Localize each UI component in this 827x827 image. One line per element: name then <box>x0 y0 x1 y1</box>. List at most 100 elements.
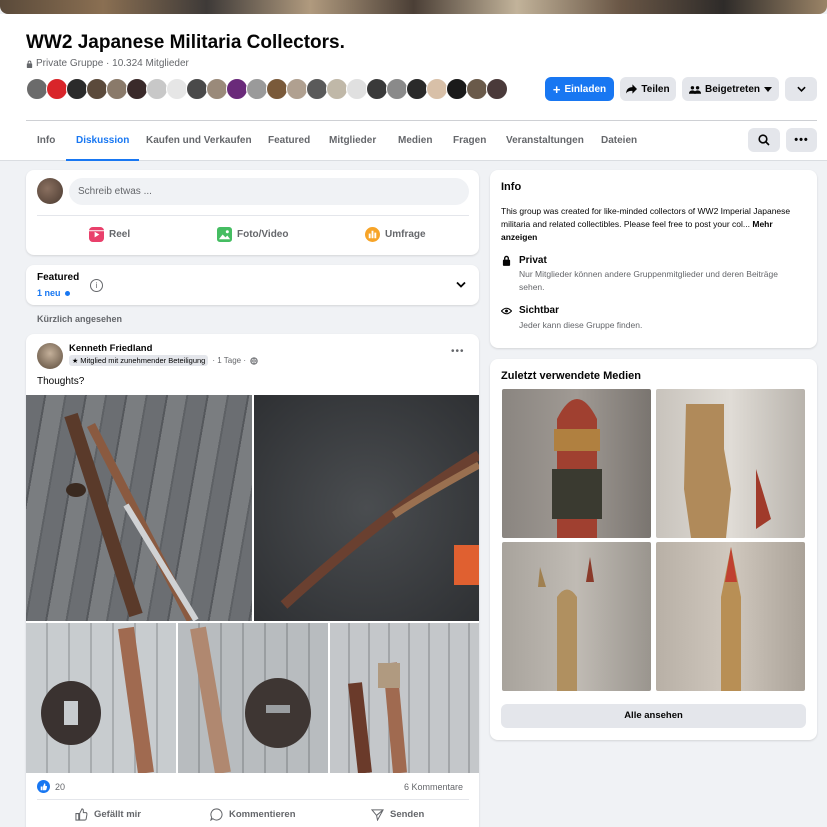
see-all-media-button[interactable]: Alle ansehen <box>501 704 806 728</box>
post-more-icon[interactable]: ••• <box>451 346 465 357</box>
post-photo[interactable] <box>178 623 328 773</box>
avatar[interactable] <box>186 78 208 100</box>
avatar[interactable] <box>266 78 288 100</box>
shell-photo-icon <box>552 399 602 538</box>
comment-button[interactable]: Kommentieren <box>210 808 296 821</box>
more-options-button[interactable] <box>785 77 817 101</box>
avatar[interactable] <box>306 78 328 100</box>
avatar[interactable] <box>106 78 128 100</box>
like-label: Gefällt mir <box>94 809 141 820</box>
avatar[interactable] <box>286 78 308 100</box>
tab-diskussion[interactable]: Diskussion <box>66 121 140 161</box>
casing-photo-icon <box>684 404 771 538</box>
chevron-down-icon[interactable] <box>456 281 466 288</box>
chevron-down-icon <box>796 86 806 92</box>
post-photo[interactable] <box>254 395 479 621</box>
media-thumbnail[interactable] <box>502 542 651 691</box>
eye-icon <box>501 307 512 315</box>
tab-veranstaltungen[interactable]: Veranstaltungen <box>506 121 584 161</box>
group-meta-text: Private Gruppe · 10.324 Mitglieder <box>36 58 189 69</box>
reactions-summary[interactable]: 20 <box>37 780 65 793</box>
feed-sort-label[interactable]: Kürzlich angesehen <box>37 314 122 324</box>
lock-icon <box>26 60 33 68</box>
info-icon[interactable]: i <box>90 279 103 292</box>
user-avatar[interactable] <box>37 178 63 204</box>
avatar[interactable] <box>426 78 448 100</box>
post-time[interactable]: · 1 Tage · <box>212 356 246 365</box>
reel-label: Reel <box>109 229 131 240</box>
featured-title: Featured <box>37 272 80 283</box>
photo-video-label: Foto/Video <box>237 229 289 240</box>
tab-kaufen-verkaufen[interactable]: Kaufen und Verkaufen <box>146 121 252 161</box>
invite-button[interactable]: + Einladen <box>545 77 614 101</box>
reel-button[interactable]: Reel <box>89 227 130 242</box>
avatar[interactable] <box>26 78 48 100</box>
composer-input[interactable]: Schreib etwas ... <box>69 178 469 205</box>
avatar[interactable] <box>406 78 428 100</box>
tsuba-photo-icon <box>190 626 311 773</box>
avatar[interactable] <box>446 78 468 100</box>
bullet-photo-icon <box>538 557 594 691</box>
avatar[interactable] <box>486 78 508 100</box>
member-badge-label: Mitglied mit zunehmender Beteiligung <box>80 356 206 365</box>
avatar[interactable] <box>166 78 188 100</box>
share-button[interactable]: Teilen <box>620 77 676 101</box>
joined-button[interactable]: Beigetreten <box>682 77 779 101</box>
group-meta: Private Gruppe · 10.324 Mitglieder <box>26 58 189 69</box>
divider <box>37 215 469 216</box>
member-badge[interactable]: ★ Mitglied mit zunehmender Beteiligung <box>69 355 209 366</box>
tab-medien[interactable]: Medien <box>398 121 432 161</box>
avatar[interactable] <box>206 78 228 100</box>
star-icon: ★ <box>72 357 79 365</box>
handle-photo-icon <box>348 662 407 773</box>
member-avatars[interactable] <box>26 78 508 100</box>
thumbs-up-icon <box>75 808 88 821</box>
media-thumbnail[interactable] <box>656 542 805 691</box>
lock-icon <box>502 255 511 266</box>
post-photo[interactable] <box>26 623 176 773</box>
cartridge-photo-icon <box>721 547 741 691</box>
tsuba-photo-icon <box>41 626 154 773</box>
avatar[interactable] <box>86 78 108 100</box>
media-thumbnail[interactable] <box>502 389 651 538</box>
avatar[interactable] <box>146 78 168 100</box>
reel-icon <box>89 227 104 242</box>
like-button[interactable]: Gefällt mir <box>75 808 141 821</box>
more-dots-icon: ••• <box>794 134 809 146</box>
tab-fragen[interactable]: Fragen <box>453 121 486 161</box>
tab-dateien[interactable]: Dateien <box>601 121 637 161</box>
poll-button[interactable]: Umfrage <box>365 227 426 242</box>
tab-featured[interactable]: Featured <box>268 121 310 161</box>
search-button[interactable] <box>748 128 780 152</box>
avatar[interactable] <box>226 78 248 100</box>
scabbard-photo-icon <box>280 450 479 609</box>
post-photo[interactable] <box>330 623 479 773</box>
post-photo[interactable] <box>26 395 252 621</box>
members-icon <box>688 85 701 94</box>
post-author[interactable]: Kenneth Friedland <box>69 343 152 354</box>
avatar[interactable] <box>346 78 368 100</box>
avatar[interactable] <box>326 78 348 100</box>
post-subline: ★ Mitglied mit zunehmender Beteiligung ·… <box>69 355 258 366</box>
like-reaction-icon <box>37 780 50 793</box>
featured-new-count: 1 neu <box>37 288 61 298</box>
comment-count[interactable]: 6 Kommentare <box>404 782 463 792</box>
private-description: Nur Mitglieder können andere Gruppenmitg… <box>519 269 778 292</box>
visible-description: Jeder kann diese Gruppe finden. <box>519 320 643 330</box>
send-button[interactable]: Senden <box>371 808 424 821</box>
media-thumbnail[interactable] <box>656 389 805 538</box>
tab-info[interactable]: Info <box>37 121 55 161</box>
avatar[interactable] <box>46 78 68 100</box>
author-avatar[interactable] <box>37 343 63 369</box>
avatar[interactable] <box>126 78 148 100</box>
avatar[interactable] <box>366 78 388 100</box>
avatar[interactable] <box>66 78 88 100</box>
more-button[interactable]: ••• <box>786 128 817 152</box>
cover-photo[interactable] <box>0 0 827 14</box>
avatar[interactable] <box>386 78 408 100</box>
tab-mitglieder[interactable]: Mitglieder <box>329 121 376 161</box>
avatar[interactable] <box>466 78 488 100</box>
avatar[interactable] <box>246 78 268 100</box>
group-title[interactable]: WW2 Japanese Militaria Collectors. <box>26 32 345 54</box>
photo-video-button[interactable]: Foto/Video <box>217 227 288 242</box>
